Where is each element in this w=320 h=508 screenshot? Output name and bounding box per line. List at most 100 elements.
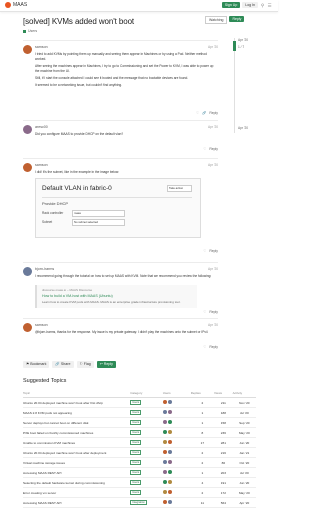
avatar[interactable]: [162, 480, 167, 484]
table-row[interactable]: Error creating vm server Users 2 172 May '20: [23, 487, 256, 498]
post-date[interactable]: Apr '20: [208, 45, 218, 49]
topic-link[interactable]: Server deploys but cannot boot on differ…: [23, 417, 131, 428]
avatar[interactable]: [167, 450, 172, 454]
table-row[interactable]: MAAS 2.8 KVM pods not appearing Users 1 188…: [23, 407, 256, 418]
flag-button[interactable]: ⚐ Flag: [76, 361, 94, 368]
category-badge[interactable]: Users: [130, 470, 142, 475]
topic-activity[interactable]: Jul '20: [232, 407, 256, 418]
login-button[interactable]: Log In: [242, 2, 258, 8]
timeline-rail[interactable]: [234, 38, 235, 133]
topic-link[interactable]: MAAS 2.8 KVM pods not appearing: [23, 407, 131, 418]
topic-link[interactable]: Accessing MAAS REST API: [23, 497, 131, 508]
post-author[interactable]: bjorn-harms: [35, 267, 54, 271]
topic-link[interactable]: Unable to commission KVM machines: [23, 437, 131, 448]
reply-button[interactable]: Reply: [209, 345, 218, 349]
share-button[interactable]: 🔗 Share: [52, 361, 74, 368]
table-row[interactable]: Accessing MAAS REST API Users 1 203 Jul '20: [23, 467, 256, 478]
category-badge[interactable]: Users: [130, 420, 142, 425]
post-author[interactable]: samson: [35, 45, 48, 49]
category-badge[interactable]: Users: [130, 450, 142, 455]
avatar[interactable]: [162, 420, 167, 424]
category-badge[interactable]: Users: [130, 460, 142, 465]
avatar[interactable]: [23, 125, 32, 134]
like-icon[interactable]: ♡: [203, 249, 206, 253]
avatar[interactable]: [23, 45, 32, 54]
like-icon[interactable]: ♡: [203, 147, 206, 151]
timeline-end[interactable]: Apr '20: [238, 126, 248, 130]
avatar[interactable]: [167, 480, 172, 484]
timeline-handle[interactable]: [233, 41, 236, 51]
topic-activity[interactable]: Sep '20: [232, 417, 256, 428]
topic-activity[interactable]: Apr '20: [232, 497, 256, 508]
avatar[interactable]: [162, 460, 167, 464]
post-date[interactable]: Apr '20: [208, 125, 218, 129]
reply-button[interactable]: Reply: [209, 310, 218, 314]
reply-button[interactable]: Reply: [209, 147, 218, 151]
avatar[interactable]: [167, 430, 172, 434]
reply-button[interactable]: Reply: [209, 111, 218, 115]
topic-link[interactable]: Selecting the default hardware kernel du…: [23, 477, 131, 488]
table-row[interactable]: Server deploys but cannot boot on differ…: [23, 417, 256, 428]
topic-activity[interactable]: May '20: [232, 487, 256, 498]
link-title[interactable]: How to build a VM-host with MAAS (Ubuntu…: [42, 294, 113, 298]
follow-dropdown[interactable]: Watching: [205, 16, 228, 24]
avatar[interactable]: [162, 500, 167, 504]
topic-activity[interactable]: Nov '20: [232, 397, 256, 408]
share-link-icon[interactable]: 🔗: [202, 111, 206, 115]
post-author[interactable]: samson: [35, 323, 48, 327]
table-row[interactable]: Accessing MAAS REST API Integration 11 564 A…: [23, 497, 256, 508]
category-badge[interactable]: Integration: [130, 500, 147, 505]
avatar[interactable]: [167, 420, 172, 424]
category-badge[interactable]: Users: [130, 410, 142, 415]
timeline-start[interactable]: Apr '20: [238, 38, 248, 42]
avatar[interactable]: [167, 400, 172, 404]
avatar[interactable]: [167, 460, 172, 464]
search-icon[interactable]: ⚲: [260, 3, 265, 8]
like-icon[interactable]: ♡: [196, 111, 199, 115]
topic-activity[interactable]: Jul '20: [232, 467, 256, 478]
table-row[interactable]: PXE boot failed on freshly commissioned …: [23, 427, 256, 438]
category-badge[interactable]: Users: [130, 480, 142, 485]
avatar[interactable]: [167, 470, 172, 474]
category-badge[interactable]: Users: [130, 490, 142, 495]
embedded-screenshot[interactable]: Default VLAN in fabric-0 Take action Pro…: [35, 178, 201, 238]
avatar[interactable]: [162, 470, 167, 474]
site-logo[interactable]: MAAS: [5, 2, 27, 8]
topic-activity[interactable]: Jun '20: [232, 437, 256, 448]
avatar[interactable]: [167, 490, 172, 494]
avatar[interactable]: [23, 163, 32, 172]
avatar[interactable]: [23, 323, 32, 332]
topic-link[interactable]: Virtual machine storage issues: [23, 457, 131, 468]
post-date[interactable]: Apr '20: [208, 323, 218, 327]
avatar[interactable]: [167, 500, 172, 504]
post-author[interactable]: samson: [35, 163, 48, 167]
hamburger-icon[interactable]: ☰: [267, 3, 272, 8]
avatar[interactable]: [23, 267, 32, 276]
avatar[interactable]: [162, 440, 167, 444]
topic-activity[interactable]: May '20: [232, 427, 256, 438]
topic-link[interactable]: Error creating vm server: [23, 487, 131, 498]
signup-button[interactable]: Sign Up: [221, 2, 241, 8]
table-row[interactable]: Virtual machine storage issues Users 2 86 Oc…: [23, 457, 256, 468]
topic-activity[interactable]: Oct '20: [232, 457, 256, 468]
reply-bottom-button[interactable]: ↩ Reply: [96, 361, 116, 368]
topic-link[interactable]: Ubuntu 20.04 deployed machine won't boot…: [23, 447, 131, 458]
topic-link[interactable]: Ubuntu 20.04 deployed machine won't boot…: [23, 397, 131, 408]
topic-link[interactable]: Accessing MAAS REST API: [23, 467, 131, 478]
bookmark-button[interactable]: ⚑ Bookmark: [23, 361, 50, 368]
reply-top-button[interactable]: Reply: [229, 16, 245, 22]
category-badge[interactable]: Users: [130, 440, 142, 445]
avatar[interactable]: [162, 490, 167, 494]
table-row[interactable]: Ubuntu 20.04 deployed machine won't boot…: [23, 397, 256, 408]
link-preview[interactable]: discourse.maas.io – MAAS Discourse How t…: [35, 285, 197, 308]
category-badge[interactable]: Users: [130, 400, 142, 405]
avatar[interactable]: [167, 410, 172, 414]
avatar[interactable]: [162, 450, 167, 454]
topic-category[interactable]: Users: [23, 29, 37, 33]
table-row[interactable]: Selecting the default hardware kernel du…: [23, 477, 256, 488]
avatar[interactable]: [162, 410, 167, 414]
topic-activity[interactable]: Jan '21: [232, 447, 256, 458]
avatar[interactable]: [162, 400, 167, 404]
like-icon[interactable]: ♡: [203, 310, 206, 314]
topic-link[interactable]: PXE boot failed on freshly commissioned …: [23, 427, 131, 438]
